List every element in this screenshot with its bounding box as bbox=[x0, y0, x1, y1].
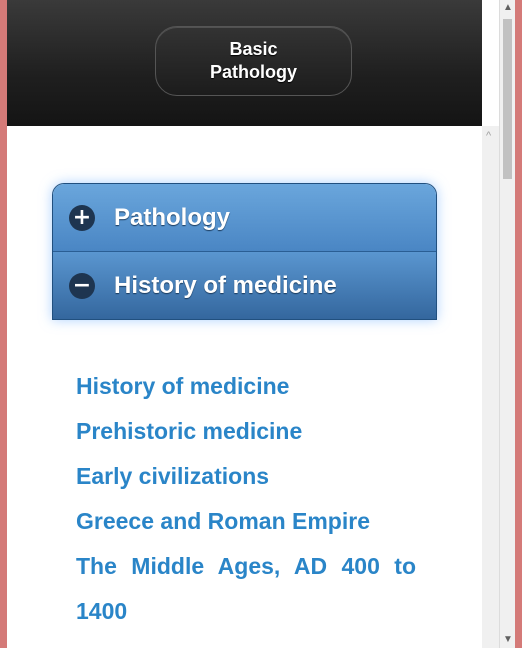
accordion-item-history-of-medicine[interactable]: − History of medicine bbox=[53, 252, 436, 319]
scroll-up-icon[interactable]: ^ bbox=[486, 130, 491, 142]
content-area: + Pathology − History of medicine Histor… bbox=[7, 126, 482, 648]
app-window: Basic Pathology + Pathology − History of… bbox=[7, 0, 515, 648]
scrollbar-thumb[interactable] bbox=[503, 19, 512, 179]
scroll-down-arrow-icon[interactable]: ▼ bbox=[503, 634, 513, 645]
plus-icon: + bbox=[69, 204, 95, 231]
link-prehistoric-medicine[interactable]: Prehistoric medicine bbox=[76, 409, 416, 454]
accordion-item-label: Pathology bbox=[114, 203, 231, 231]
link-greece-and-roman-empire[interactable]: Greece and Roman Empire bbox=[76, 499, 416, 544]
link-middle-ages[interactable]: The Middle Ages, AD 400 to 1400 bbox=[76, 544, 416, 634]
accordion-item-pathology[interactable]: + Pathology bbox=[53, 184, 436, 252]
minus-icon: − bbox=[69, 272, 95, 299]
accordion: + Pathology − History of medicine bbox=[52, 183, 437, 320]
scroll-up-arrow-icon[interactable]: ▲ bbox=[503, 2, 513, 13]
accordion-item-label: History of medicine bbox=[114, 271, 337, 299]
link-list: History of medicine Prehistoric medicine… bbox=[76, 364, 416, 634]
link-early-civilizations[interactable]: Early civilizations bbox=[76, 454, 416, 499]
header-bar: Basic Pathology bbox=[7, 0, 482, 126]
title-button[interactable]: Basic Pathology bbox=[155, 26, 352, 96]
link-history-of-medicine[interactable]: History of medicine bbox=[76, 364, 416, 409]
window-scrollbar[interactable]: ▲ ▼ bbox=[499, 0, 515, 648]
inner-scrollbar[interactable]: ^ bbox=[482, 126, 499, 648]
